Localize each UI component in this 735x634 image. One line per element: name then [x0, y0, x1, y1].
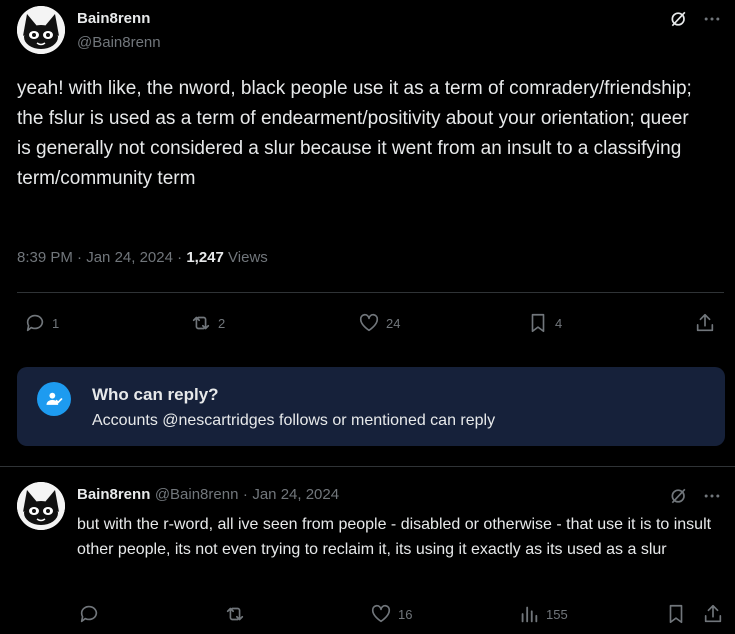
more-icon[interactable] [702, 486, 722, 511]
tweet-meta: 8:39 PM · Jan 24, 2024 · 1,247 Views [17, 249, 268, 266]
display-name[interactable]: Bain8renn [77, 10, 150, 27]
reply-handle[interactable]: @Bain8renn [155, 486, 239, 503]
avatar-image [17, 482, 65, 530]
user-check-icon [37, 382, 71, 416]
divider [17, 292, 724, 293]
reply-header: Bain8renn @Bain8renn · Jan 24, 2024 [77, 486, 339, 504]
meta-separator: · [77, 249, 87, 266]
who-can-reply-description: Accounts @nescartridges follows or menti… [92, 412, 496, 429]
repost-button[interactable]: 2 [190, 312, 225, 334]
tweet-time[interactable]: 8:39 PM [17, 249, 73, 266]
bookmark-button[interactable]: 4 [527, 312, 562, 334]
reply-reply-button[interactable] [78, 603, 100, 625]
repost-icon [226, 607, 244, 621]
reply-repost-button[interactable] [224, 603, 246, 625]
repost-count: 2 [218, 315, 226, 331]
meta-separator: · [177, 249, 187, 266]
divider [0, 466, 735, 467]
reply-like-button[interactable]: 16 [370, 603, 412, 625]
reply-avatar[interactable] [17, 482, 65, 530]
reply-views-button[interactable]: 155 [518, 603, 568, 625]
share-button[interactable] [694, 312, 716, 334]
reply-date[interactable]: Jan 24, 2024 [252, 486, 339, 503]
reply-icon [80, 605, 98, 623]
heart-icon [359, 313, 379, 332]
grok-icon[interactable] [669, 9, 689, 34]
tweet-text: yeah! with like, the nword, black people… [17, 78, 692, 189]
reply-views-count: 155 [546, 606, 568, 622]
reply-bookmark-button[interactable] [665, 603, 687, 625]
avatar[interactable] [17, 6, 65, 54]
tweet-date[interactable]: Jan 24, 2024 [86, 249, 173, 266]
meta-separator: · [242, 486, 248, 503]
avatar-image [17, 6, 65, 54]
views-icon [521, 606, 538, 623]
views-label: Views [228, 249, 268, 266]
reply-display-name[interactable]: Bain8renn [77, 486, 150, 503]
bookmark-icon [531, 313, 545, 333]
heart-icon [371, 604, 391, 623]
who-can-reply-title: Who can reply? [92, 385, 219, 404]
views-count: 1,247 [186, 249, 224, 266]
more-icon[interactable] [702, 9, 722, 34]
like-count: 24 [386, 315, 401, 331]
bookmark-icon [669, 604, 683, 624]
handle[interactable]: @Bain8renn [77, 34, 161, 51]
reply-count: 1 [52, 315, 60, 331]
reply-text: but with the r-word, all ive seen from p… [77, 516, 712, 558]
share-icon [704, 604, 722, 623]
reply-button[interactable]: 1 [24, 312, 59, 334]
reply-icon [26, 314, 44, 332]
reply-like-count: 16 [398, 606, 413, 622]
like-button[interactable]: 24 [358, 312, 400, 334]
bookmark-count: 4 [555, 315, 563, 331]
repost-icon [192, 316, 210, 330]
share-icon [696, 313, 714, 332]
grok-icon[interactable] [669, 486, 689, 511]
who-can-reply-box: Who can reply? Accounts @nescartridges f… [17, 367, 725, 446]
reply-share-button[interactable] [702, 603, 724, 625]
